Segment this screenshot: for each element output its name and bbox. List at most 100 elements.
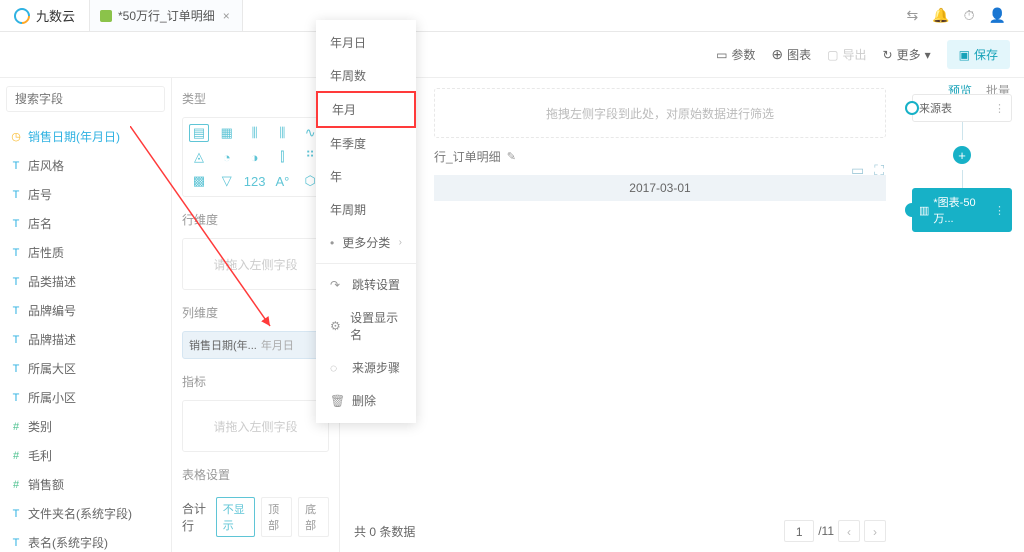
chart-type-treemap[interactable]: ▩ [189, 172, 209, 190]
expand-icon[interactable]: ⛶ [874, 162, 884, 179]
metric-drop[interactable]: 请拖入左侧字段 [182, 400, 329, 452]
chart-type-funnel[interactable]: ▽ [217, 172, 237, 190]
field-type-icon: # [10, 479, 22, 491]
edit-title-icon[interactable]: ✎ [507, 150, 516, 163]
field-item[interactable]: T 表名(系统字段) [6, 528, 165, 552]
total-top-button[interactable]: 顶部 [261, 497, 292, 537]
field-type-icon: # [10, 450, 22, 462]
chart-type-area[interactable]: ◬ [189, 148, 209, 166]
more-button[interactable]: ↻更多▾ [883, 46, 931, 63]
field-label: 店性质 [28, 244, 64, 261]
field-item[interactable]: T店号 [6, 180, 165, 209]
field-item[interactable]: T店名 [6, 209, 165, 238]
add-chart-button[interactable]: ⊕图表 [771, 46, 811, 63]
chart-type-text[interactable]: A° [272, 172, 292, 190]
layout-icon[interactable]: ▭ [851, 162, 864, 179]
chart-type-pie[interactable]: ◔ [217, 148, 237, 166]
plus-icon: ⊕ [771, 46, 783, 63]
menu-yq[interactable]: 年季度 [316, 127, 416, 160]
row-dim-drop[interactable]: 请拖入左侧字段 [182, 238, 329, 290]
params-button[interactable]: ▭参数 [716, 46, 755, 63]
field-item[interactable]: #类别 [6, 412, 165, 441]
params-icon: ▭ [716, 48, 727, 62]
menu-yweekcount[interactable]: 年周数 [316, 59, 416, 92]
bell-icon[interactable]: 🔔 [932, 7, 949, 24]
field-item[interactable]: T品类描述 [6, 267, 165, 296]
filter-dropzone[interactable]: 拖拽左侧字段到此处，对原始数据进行筛选 [434, 88, 886, 138]
transfer-icon[interactable]: ⇆ [906, 7, 918, 24]
field-type-icon: T [10, 247, 22, 259]
total-bottom-button[interactable]: 底部 [298, 497, 329, 537]
save-button[interactable]: ▣保存 [947, 40, 1010, 69]
field-label: 文件夹名(系统字段) [28, 505, 132, 522]
save-icon: ▣ [959, 48, 970, 62]
field-item[interactable]: T店风格 [6, 151, 165, 180]
field-label: 所属小区 [28, 389, 76, 406]
field-label: 表名(系统字段) [28, 534, 108, 551]
total-hide-button[interactable]: 不显示 [216, 497, 255, 537]
chart-type-detail[interactable]: ▦ [217, 124, 237, 142]
chart-type-number[interactable]: 123 [245, 172, 265, 190]
col-dim-chip[interactable]: 销售日期(年... 年月日 ▾ [182, 331, 329, 359]
field-item[interactable]: T品牌编号 [6, 296, 165, 325]
field-item[interactable]: T文件夹名(系统字段) [6, 499, 165, 528]
timer-icon[interactable]: ⏱ [964, 7, 975, 24]
menu-yweek[interactable]: 年周期 [316, 193, 416, 226]
menu-ymd[interactable]: 年月日 [316, 26, 416, 59]
chart-type-bar[interactable]: ⫼ [245, 124, 265, 142]
page-next-button[interactable]: › [864, 520, 886, 542]
page-total: /11 [818, 524, 834, 538]
menu-y[interactable]: 年 [316, 160, 416, 193]
menu-jump[interactable]: ↷跳转设置 [316, 268, 416, 301]
link-icon: ↷ [330, 278, 344, 292]
page-input[interactable]: 1 [784, 520, 814, 542]
field-item[interactable]: ◷销售日期(年月日) [6, 122, 165, 151]
menu-more[interactable]: •更多分类› [316, 226, 416, 259]
menu-rename[interactable]: ⚙设置显示名 [316, 301, 416, 351]
field-item[interactable]: T所属大区 [6, 354, 165, 383]
field-item[interactable]: T 所属小区 [6, 383, 165, 412]
search-input[interactable] [6, 86, 165, 112]
field-label: 所属大区 [28, 360, 76, 377]
pagination: 1 /11 ‹ › [784, 520, 886, 542]
add-step-button[interactable]: + [953, 146, 971, 164]
field-item[interactable]: T 店性质 [6, 238, 165, 267]
user-icon[interactable]: 👤 [989, 7, 1006, 24]
menu-delete[interactable]: 🗑删除 [316, 384, 416, 417]
kebab-icon[interactable]: ⋮ [994, 102, 1005, 115]
field-item[interactable]: # 销售额 [6, 470, 165, 499]
menu-source[interactable]: ◌来源步骤 [316, 351, 416, 384]
field-item[interactable]: T品牌描述 [6, 325, 165, 354]
chart-type-gauge[interactable]: ◑ [245, 148, 265, 166]
app-logo[interactable]: 九数云 [0, 0, 89, 31]
source-icon: ◌ [330, 361, 344, 375]
menu-ym[interactable]: 年月 [316, 91, 416, 128]
chart-title: 行_订单明细 [434, 148, 501, 165]
page-prev-button[interactable]: ‹ [838, 520, 860, 542]
chart-type-stackbar[interactable]: ⫼ [272, 124, 292, 142]
kebab-icon[interactable]: ⋮ [994, 204, 1005, 217]
flow-source-node[interactable]: 来源表 ⋮ [912, 94, 1012, 122]
chart-config-panel: 类型 ▤ ▦ ⫼ ⫼ ∿ ◬ ◔ ◑ ⫿ ⠛ ▩ ▽ 123 A° ⬡ 行维度 … [172, 78, 340, 552]
chart-type-combo[interactable]: ⫿ [272, 148, 292, 166]
flow-chart-node[interactable]: ▥ *图表-50万... ⋮ [912, 188, 1012, 232]
sheet-icon [100, 10, 112, 22]
field-type-icon: ◷ [10, 130, 22, 143]
field-label: 销售额 [28, 476, 64, 493]
document-tab[interactable]: *50万行_订单明细 × [89, 0, 243, 31]
field-type-icon: T [10, 218, 22, 230]
field-label: 品牌编号 [28, 302, 76, 319]
field-label: 店风格 [28, 157, 64, 174]
chart-type-grid: ▤ ▦ ⫼ ⫼ ∿ ◬ ◔ ◑ ⫿ ⠛ ▩ ▽ 123 A° ⬡ [182, 117, 329, 197]
section-metric: 指标 [182, 373, 206, 390]
connector [962, 122, 963, 140]
field-type-icon: T [10, 537, 22, 549]
close-icon[interactable]: × [221, 9, 232, 23]
field-item[interactable]: #毛利 [6, 441, 165, 470]
field-type-icon: T [10, 189, 22, 201]
section-row-dim: 行维度 [182, 211, 329, 228]
chart-type-table[interactable]: ▤ [189, 124, 209, 142]
granularity-context-menu: 年月日 年周数 年月 年季度 年 年周期 •更多分类› ↷跳转设置 ⚙设置显示名… [316, 20, 416, 423]
field-label: 品牌描述 [28, 331, 76, 348]
field-type-icon: T [10, 392, 22, 404]
